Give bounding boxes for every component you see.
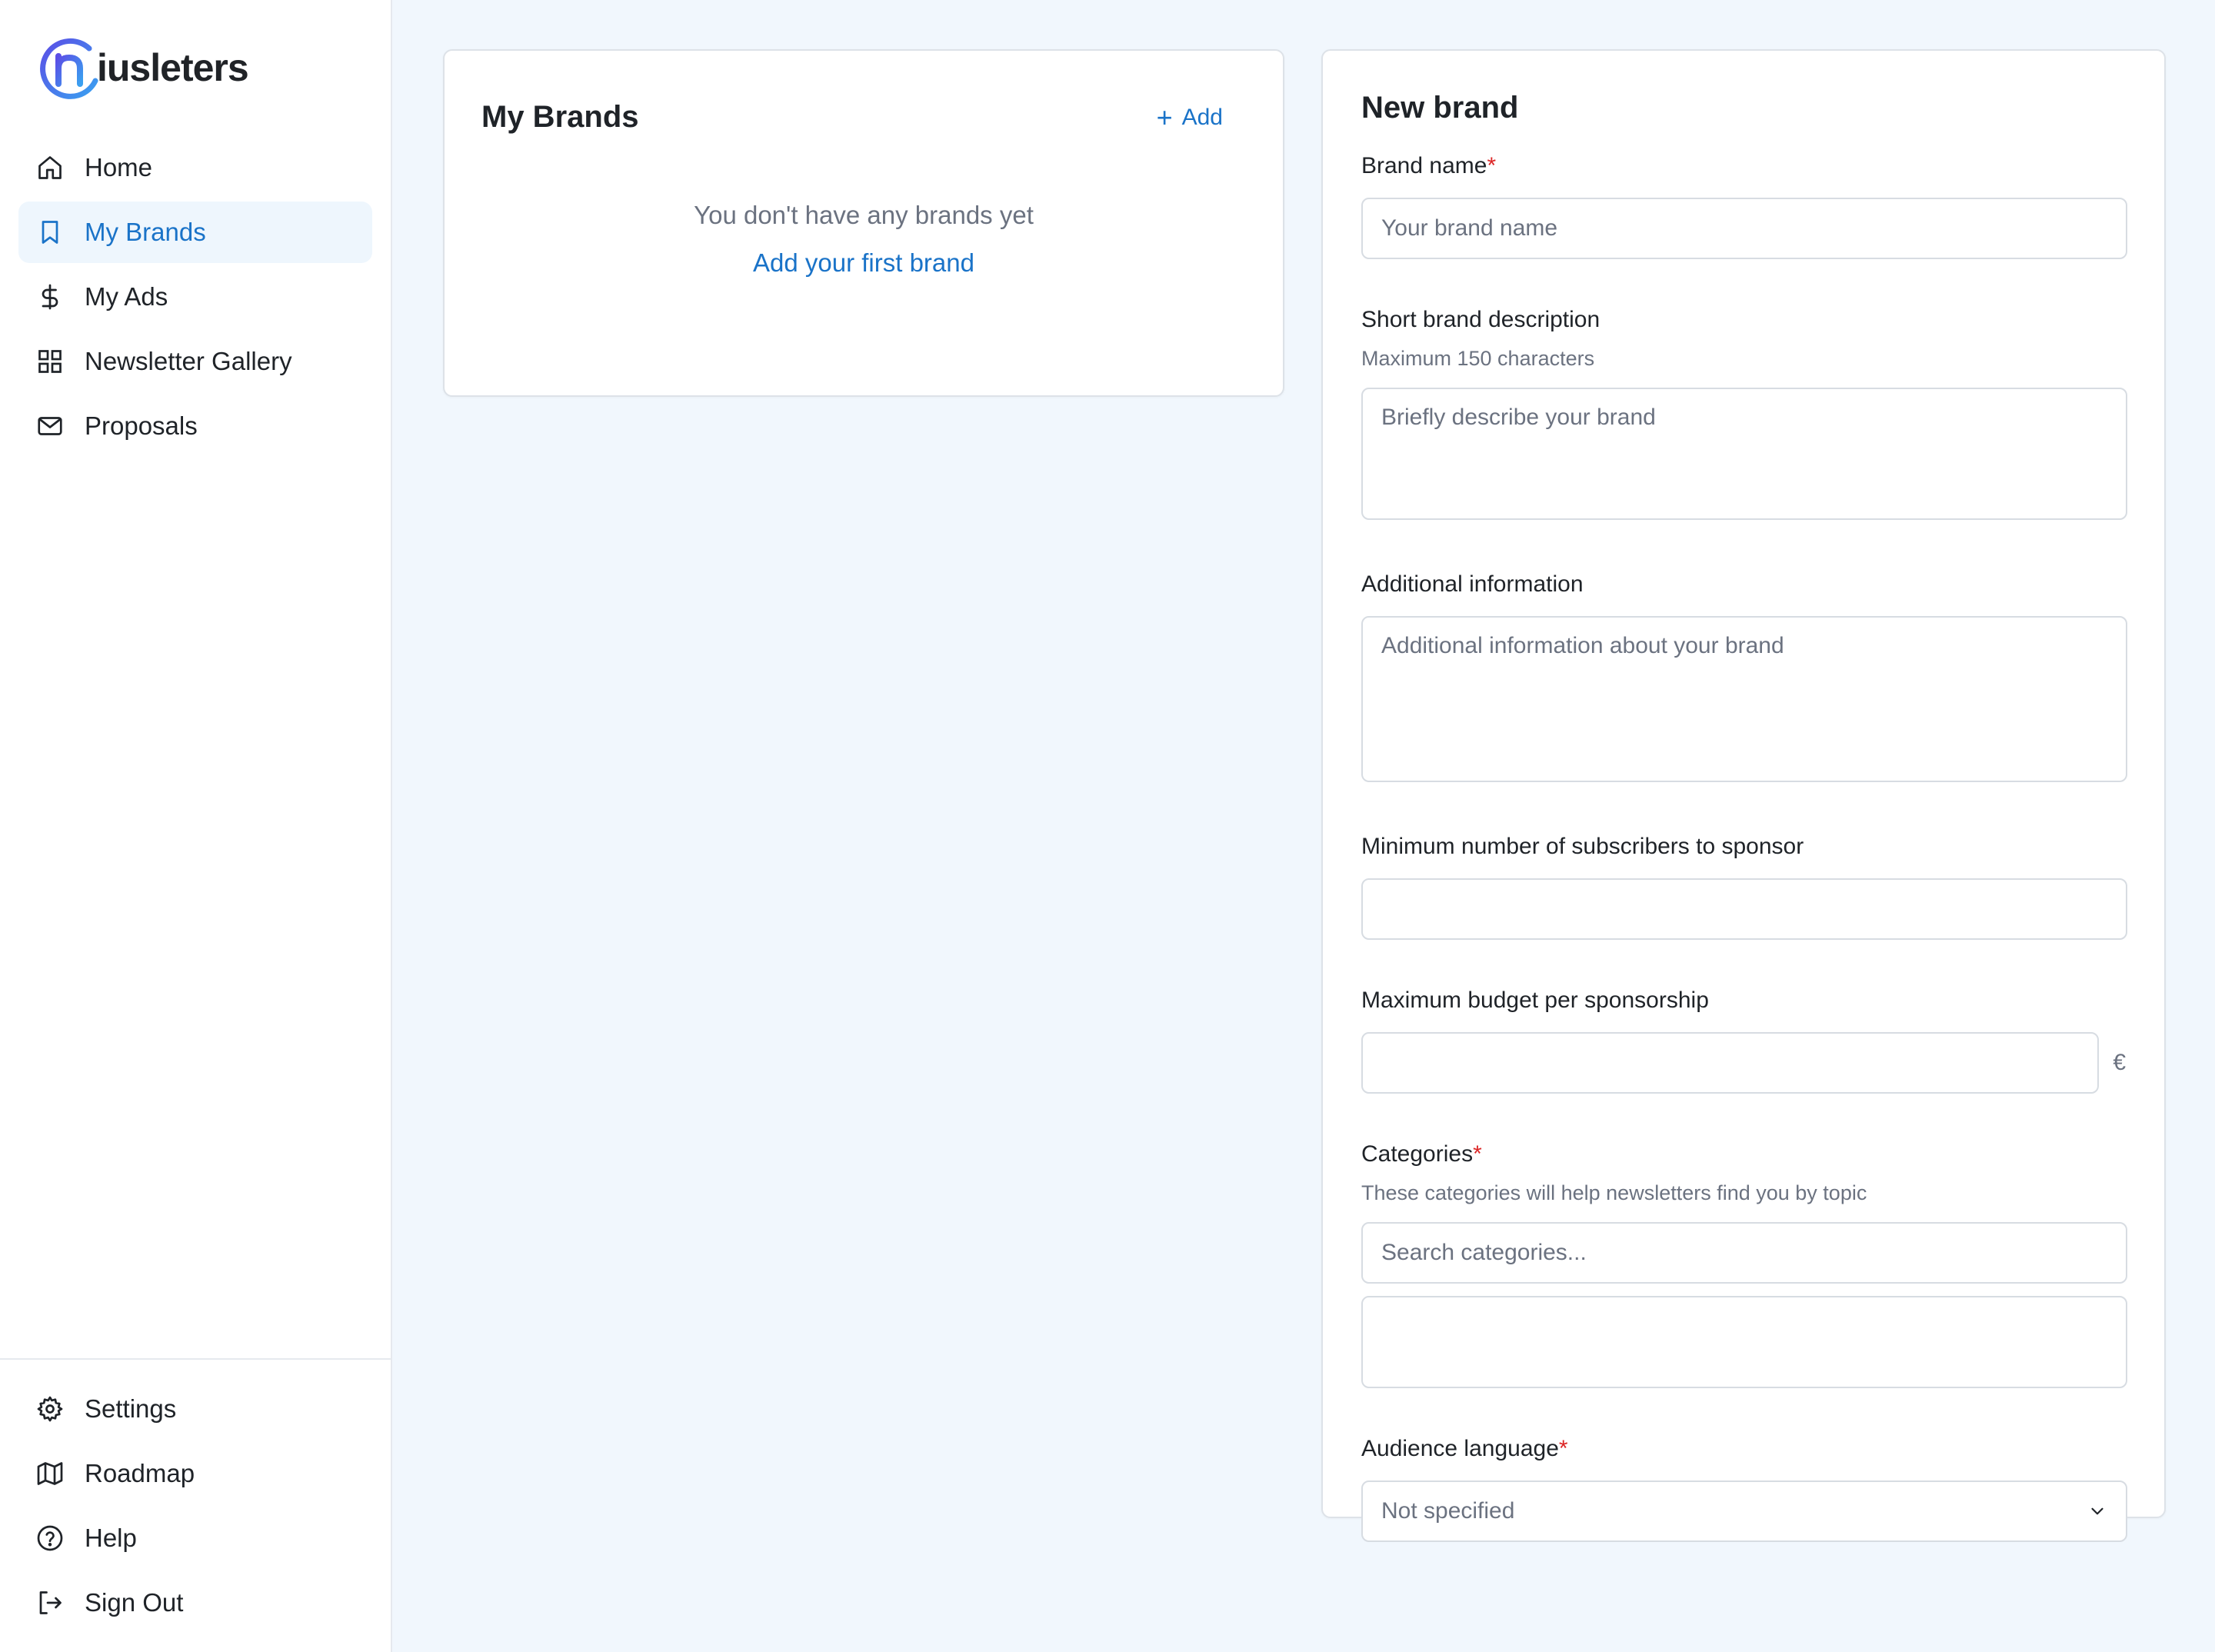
sidebar-item-proposals[interactable]: Proposals xyxy=(18,395,372,457)
bookmark-icon xyxy=(35,218,65,247)
form-title: New brand xyxy=(1361,91,1519,125)
categories-field: Categories* These categories will help n… xyxy=(1361,1141,2127,1388)
gear-icon xyxy=(35,1394,65,1424)
categories-list[interactable] xyxy=(1361,1296,2127,1388)
sidebar-item-sign-out[interactable]: Sign Out xyxy=(18,1572,372,1634)
required-marker: * xyxy=(1473,1141,1482,1167)
sidebar-bottom-nav: Settings Roadmap Help Sign Out xyxy=(0,1358,391,1652)
max-budget-input[interactable] xyxy=(1361,1032,2100,1094)
audience-language-field: Audience language* Not specified xyxy=(1361,1436,2127,1542)
add-brand-button[interactable]: + Add xyxy=(1156,101,1223,133)
sidebar-item-help[interactable]: Help xyxy=(18,1507,372,1569)
required-marker: * xyxy=(1558,1436,1568,1461)
max-budget-row: € xyxy=(1361,1032,2126,1094)
min-subscribers-label: Minimum number of subscribers to sponsor xyxy=(1361,834,1804,859)
add-first-brand-link[interactable]: Add your first brand xyxy=(445,248,1283,278)
dollar-icon xyxy=(35,282,65,311)
chevron-down-icon xyxy=(2091,1507,2103,1515)
sidebar-item-my-brands[interactable]: My Brands xyxy=(18,202,372,263)
sidebar: iusleters Home My Brands My Ads Newslett… xyxy=(0,0,392,1652)
sidebar-item-label: Roadmap xyxy=(85,1459,195,1487)
brand-name-input[interactable] xyxy=(1361,198,2127,259)
sidebar-item-home[interactable]: Home xyxy=(18,137,372,198)
sign-out-icon xyxy=(35,1588,65,1617)
main-content: My Brands + Add You don't have any brand… xyxy=(392,0,2215,1652)
sidebar-item-label: Sign Out xyxy=(85,1588,184,1617)
brand-name-label: Brand name* xyxy=(1361,153,1497,178)
logo[interactable]: iusleters xyxy=(0,0,391,100)
min-subscribers-input[interactable] xyxy=(1361,878,2127,940)
sidebar-item-newsletter-gallery[interactable]: Newsletter Gallery xyxy=(18,331,372,392)
short-description-label: Short brand description xyxy=(1361,307,1600,332)
sidebar-item-label: Proposals xyxy=(85,411,198,440)
categories-hint: These categories will help newsletters f… xyxy=(1361,1181,1867,1204)
grid-icon xyxy=(35,347,65,376)
categories-search-input[interactable] xyxy=(1361,1222,2127,1284)
required-marker: * xyxy=(1487,153,1497,178)
home-icon xyxy=(35,153,65,182)
additional-info-field: Additional information xyxy=(1361,571,2127,786)
brand-name-field: Brand name* xyxy=(1361,153,2127,259)
sidebar-item-label: My Brands xyxy=(85,218,206,246)
sidebar-item-roadmap[interactable]: Roadmap xyxy=(18,1443,372,1504)
short-description-field: Short brand description Maximum 150 char… xyxy=(1361,307,2127,524)
my-brands-card: My Brands + Add You don't have any brand… xyxy=(443,49,1284,397)
sidebar-item-label: Home xyxy=(85,153,153,182)
audience-language-select[interactable]: Not specified xyxy=(1361,1480,2127,1542)
currency-symbol: € xyxy=(2113,1050,2126,1075)
max-budget-label: Maximum budget per sponsorship xyxy=(1361,988,1709,1013)
additional-info-label: Additional information xyxy=(1361,571,1584,597)
short-description-textarea[interactable] xyxy=(1361,388,2127,520)
logo-icon xyxy=(40,38,98,99)
sidebar-item-my-ads[interactable]: My Ads xyxy=(18,266,372,328)
app-root: iusleters Home My Brands My Ads Newslett… xyxy=(0,0,2215,1652)
short-description-hint: Maximum 150 characters xyxy=(1361,347,1595,370)
audience-language-value: Not specified xyxy=(1381,1498,1515,1524)
sidebar-item-label: My Ads xyxy=(85,282,168,311)
additional-info-textarea[interactable] xyxy=(1361,616,2127,782)
sidebar-item-label: Settings xyxy=(85,1394,177,1423)
new-brand-form: New brand Brand name* Short brand descri… xyxy=(1321,49,2166,1542)
my-brands-header: My Brands + Add xyxy=(445,51,1283,135)
sidebar-item-label: Newsletter Gallery xyxy=(85,347,292,375)
add-brand-label: Add xyxy=(1181,104,1223,130)
empty-state-text: You don't have any brands yet xyxy=(694,201,1034,229)
min-subscribers-field: Minimum number of subscribers to sponsor xyxy=(1361,834,2127,940)
audience-language-label: Audience language* xyxy=(1361,1436,1568,1461)
help-circle-icon xyxy=(35,1524,65,1553)
plus-icon: + xyxy=(1156,101,1173,133)
map-icon xyxy=(35,1459,65,1488)
sidebar-item-label: Help xyxy=(85,1524,137,1552)
mail-icon xyxy=(35,411,65,441)
sidebar-item-settings[interactable]: Settings xyxy=(18,1378,372,1440)
max-budget-field: Maximum budget per sponsorship € xyxy=(1361,988,2126,1094)
my-brands-title: My Brands xyxy=(481,100,639,134)
categories-label: Categories* xyxy=(1361,1141,1482,1167)
logo-text: iusleters xyxy=(97,46,249,89)
sidebar-nav: Home My Brands My Ads Newsletter Gallery… xyxy=(0,100,391,457)
